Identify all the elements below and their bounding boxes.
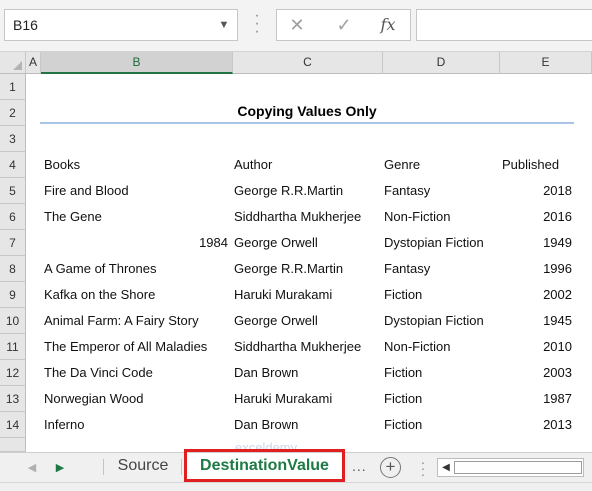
row-header[interactable]: 8 — [0, 256, 26, 282]
sheet-title[interactable]: Copying Values Only — [40, 100, 574, 122]
more-sheets-button[interactable]: ... — [352, 458, 372, 474]
row-header-partial[interactable] — [0, 438, 26, 452]
formula-input[interactable] — [416, 9, 592, 41]
cell-genre[interactable]: Fiction — [384, 282, 422, 308]
select-all-corner[interactable] — [0, 52, 26, 74]
cell-author[interactable]: Dan Brown — [234, 412, 298, 438]
cell-genre[interactable]: Fantasy — [384, 256, 430, 282]
cell-book[interactable]: Fire and Blood — [44, 178, 129, 204]
cell-published[interactable]: 2018 — [500, 178, 572, 204]
header-genre[interactable]: Genre — [384, 152, 420, 178]
status-bar — [0, 482, 592, 491]
scroll-left-icon[interactable]: ◀ — [440, 461, 452, 474]
insert-function-icon[interactable]: fx — [376, 13, 400, 37]
cell-genre[interactable]: Non-Fiction — [384, 204, 450, 230]
next-sheet-icon[interactable]: ▶ — [54, 461, 66, 475]
cell-book[interactable]: The Gene — [44, 204, 102, 230]
cell-book[interactable]: The Emperor of All Maladies — [44, 334, 207, 360]
cell-published[interactable]: 1949 — [500, 230, 572, 256]
scrollbar-thumb[interactable] — [454, 461, 582, 474]
cell-author[interactable]: Dan Brown — [234, 360, 298, 386]
row-header[interactable]: 4 — [0, 152, 26, 178]
cancel-icon[interactable]: ✕ — [285, 13, 309, 37]
cell-author[interactable]: Haruki Murakami — [234, 282, 332, 308]
tab-divider — [181, 459, 182, 475]
cell-genre[interactable]: Fiction — [384, 412, 422, 438]
column-header-d[interactable]: D — [383, 52, 500, 74]
column-header-c[interactable]: C — [233, 52, 383, 74]
row-header[interactable]: 7 — [0, 230, 26, 256]
cell-author[interactable]: George R.R.Martin — [234, 178, 343, 204]
cell-author[interactable]: Siddhartha Mukherjee — [234, 334, 361, 360]
tab-source[interactable]: Source — [108, 453, 178, 481]
cell-author[interactable]: Siddhartha Mukherjee — [234, 204, 361, 230]
cell-book[interactable]: Norwegian Wood — [44, 386, 143, 412]
cell-published[interactable]: 1987 — [500, 386, 572, 412]
row-header[interactable]: 9 — [0, 282, 26, 308]
column-header-b[interactable]: B — [41, 52, 233, 74]
header-books[interactable]: Books — [44, 152, 80, 178]
row-header[interactable]: 1 — [0, 74, 26, 100]
formula-bar: B16 ▼ · · · ✕ ✓ fx — [0, 0, 592, 52]
cell-published[interactable]: 2016 — [500, 204, 572, 230]
row-header[interactable]: 10 — [0, 308, 26, 334]
name-box-value: B16 — [13, 17, 38, 33]
row-header[interactable]: 14 — [0, 412, 26, 438]
cell-genre[interactable]: Fiction — [384, 386, 422, 412]
cell-book[interactable]: Inferno — [44, 412, 84, 438]
row-header[interactable]: 2 — [0, 100, 26, 126]
cell-book[interactable]: Kafka on the Shore — [44, 282, 155, 308]
cell-genre[interactable]: Dystopian Fiction — [384, 308, 484, 334]
cell-genre[interactable]: Dystopian Fiction — [384, 230, 484, 256]
split-handle-icon[interactable]: · · · — [420, 455, 426, 481]
name-box[interactable]: B16 ▼ — [4, 9, 238, 41]
cell-author[interactable]: George Orwell — [234, 308, 318, 334]
row-header[interactable]: 12 — [0, 360, 26, 386]
cell-published[interactable]: 2013 — [500, 412, 572, 438]
cell-published[interactable]: 1996 — [500, 256, 572, 282]
cell-book[interactable]: The Da Vinci Code — [44, 360, 153, 386]
column-header-a[interactable]: A — [26, 52, 41, 74]
cell-published[interactable]: 2003 — [500, 360, 572, 386]
add-sheet-button[interactable]: + — [380, 457, 401, 478]
select-all-icon — [13, 61, 22, 70]
formula-buttons: ✕ ✓ fx — [276, 9, 411, 41]
row-header[interactable]: 13 — [0, 386, 26, 412]
title-underline — [40, 122, 574, 124]
chevron-down-icon[interactable]: ▼ — [217, 18, 231, 32]
row-header[interactable]: 5 — [0, 178, 26, 204]
cell-book[interactable]: A Game of Thrones — [44, 256, 157, 282]
prev-sheet-icon[interactable]: ◀ — [26, 461, 38, 475]
row-header[interactable]: 3 — [0, 126, 26, 152]
header-author[interactable]: Author — [234, 152, 272, 178]
cell-genre[interactable]: Fantasy — [384, 178, 430, 204]
column-header-e[interactable]: E — [500, 52, 592, 74]
cell-published[interactable]: 2002 — [500, 282, 572, 308]
cell-author[interactable]: George R.R.Martin — [234, 256, 343, 282]
cell-published[interactable]: 2010 — [500, 334, 572, 360]
cell-book[interactable]: Animal Farm: A Fairy Story — [44, 308, 199, 334]
cell-author[interactable]: Haruki Murakami — [234, 386, 332, 412]
drag-handle-icon[interactable]: · · · — [253, 8, 261, 40]
active-tab-highlight — [184, 449, 345, 482]
horizontal-scrollbar[interactable]: ◀ — [437, 458, 584, 477]
cell-author[interactable]: George Orwell — [234, 230, 318, 256]
header-published[interactable]: Published — [502, 152, 559, 178]
cell-published[interactable]: 1945 — [500, 308, 572, 334]
enter-icon[interactable]: ✓ — [332, 13, 356, 37]
cell-book[interactable]: 1984 — [41, 230, 228, 256]
cell-genre[interactable]: Fiction — [384, 360, 422, 386]
row-header[interactable]: 6 — [0, 204, 26, 230]
tab-divider — [103, 459, 104, 475]
cell-genre[interactable]: Non-Fiction — [384, 334, 450, 360]
row-header[interactable]: 11 — [0, 334, 26, 360]
